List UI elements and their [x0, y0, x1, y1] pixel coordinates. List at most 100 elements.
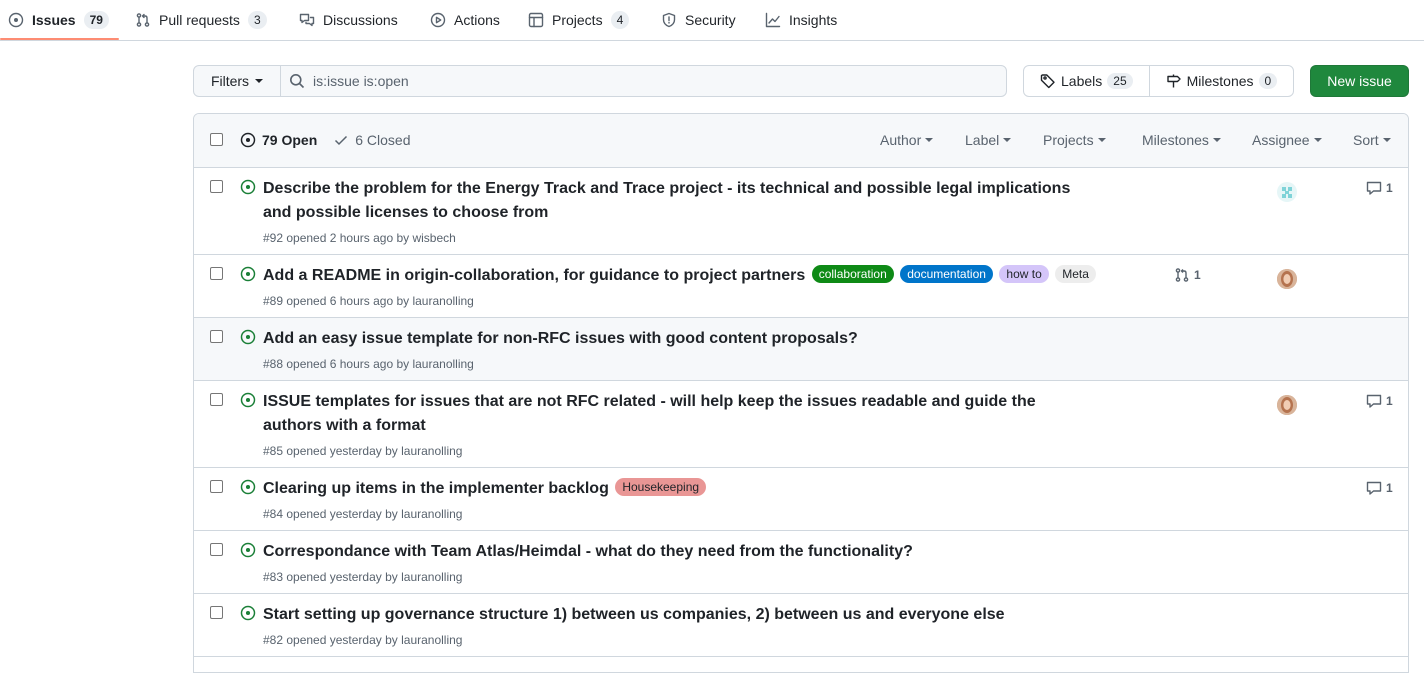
- issue-checkbox[interactable]: [210, 393, 223, 406]
- tab-pull-requests-label: Pull requests: [159, 12, 240, 28]
- tab-pull-requests[interactable]: Pull requests 3: [135, 0, 267, 40]
- tab-projects[interactable]: Projects 4: [528, 0, 630, 40]
- comment-icon: [1366, 181, 1382, 195]
- chevron-down-icon: [925, 138, 934, 142]
- comments-link[interactable]: 1: [1366, 393, 1393, 409]
- labels-button-label: Labels: [1061, 73, 1103, 89]
- tab-projects-count: 4: [610, 11, 630, 29]
- author-filter-label: Author: [880, 132, 922, 148]
- issue-meta: #89 opened 6 hours ago by lauranolling: [263, 294, 474, 308]
- issue-title-link[interactable]: ISSUE templates for issues that are not …: [263, 390, 1083, 438]
- issue-row[interactable]: Add a README in origin-collaboration, fo…: [194, 255, 1408, 318]
- issue-title-link[interactable]: Correspondance with Team Atlas/Heimdal -…: [263, 540, 1083, 564]
- labels-milestones-group: Labels 25 Milestones 0: [1023, 65, 1294, 97]
- issue-checkbox[interactable]: [210, 267, 223, 280]
- label-how-to[interactable]: how to: [999, 265, 1049, 283]
- tab-security-label: Security: [685, 12, 736, 28]
- issue-checkbox[interactable]: [210, 606, 223, 619]
- issue-opened-icon: [240, 329, 256, 345]
- issue-opened-icon: [240, 132, 256, 148]
- labels-button[interactable]: Labels 25: [1024, 66, 1149, 96]
- assignee-filter[interactable]: Assignee: [1252, 132, 1322, 148]
- assignee-filter-label: Assignee: [1252, 132, 1310, 148]
- chevron-down-icon: [255, 79, 264, 83]
- closed-issues-label: 6 Closed: [355, 132, 411, 148]
- avatar[interactable]: [1277, 182, 1297, 202]
- tag-icon: [1040, 74, 1055, 89]
- issue-title-row: Add a README in origin-collaboration, fo…: [263, 264, 1163, 288]
- issue-title-link[interactable]: Clearing up items in the implementer bac…: [263, 480, 609, 497]
- new-issue-button[interactable]: New issue: [1310, 65, 1409, 97]
- projects-filter[interactable]: Projects: [1043, 132, 1106, 148]
- chevron-down-icon: [1097, 138, 1106, 142]
- label-housekeeping[interactable]: Housekeeping: [615, 478, 707, 496]
- git-pull-request-icon: [136, 13, 150, 27]
- milestones-filter-label: Milestones: [1142, 132, 1209, 148]
- sort-filter[interactable]: Sort: [1353, 132, 1391, 148]
- issue-opened-icon: [240, 479, 256, 495]
- issue-row[interactable]: Add an easy issue template for non-RFC i…: [194, 318, 1408, 381]
- chevron-down-icon: [1003, 138, 1012, 142]
- issue-title-link[interactable]: Add an easy issue template for non-RFC i…: [263, 327, 1083, 351]
- issue-opened-icon: [240, 266, 256, 282]
- select-all-checkbox[interactable]: [210, 133, 223, 146]
- open-issues-link[interactable]: 79 Open: [240, 132, 317, 148]
- user-avatar-icon: [1277, 395, 1297, 415]
- tab-security[interactable]: Security: [661, 0, 736, 40]
- issue-title-link[interactable]: Describe the problem for the Energy Trac…: [263, 177, 1083, 225]
- issue-opened-icon: [240, 542, 256, 558]
- tab-issues[interactable]: Issues 79: [8, 0, 109, 40]
- issue-title-link[interactable]: Start setting up governance structure 1)…: [263, 603, 1083, 627]
- avatar[interactable]: [1277, 395, 1297, 415]
- issue-row[interactable]: Correspondance with Team Atlas/Heimdal -…: [194, 531, 1408, 594]
- comment-count: 1: [1386, 394, 1393, 408]
- issue-row[interactable]: ISSUE templates for issues that are not …: [194, 381, 1408, 468]
- issue-row[interactable]: Describe the problem for the Energy Trac…: [194, 168, 1408, 255]
- tab-discussions-label: Discussions: [323, 12, 398, 28]
- issues-list-header: 79 Open 6 Closed Author Label Projects M…: [194, 114, 1408, 168]
- milestone-icon: [1166, 74, 1181, 88]
- issue-checkbox[interactable]: [210, 180, 223, 193]
- search-input[interactable]: [313, 73, 993, 89]
- graph-icon: [765, 12, 781, 28]
- issue-checkbox[interactable]: [210, 480, 223, 493]
- tab-actions[interactable]: Actions: [430, 0, 500, 40]
- label-filter[interactable]: Label: [965, 132, 1012, 148]
- play-icon: [430, 12, 446, 28]
- chevron-down-icon: [1212, 138, 1221, 142]
- label-meta[interactable]: Meta: [1055, 265, 1096, 283]
- issue-search[interactable]: [280, 65, 1007, 97]
- comments-link[interactable]: 1: [1366, 180, 1393, 196]
- issue-opened-icon: [240, 179, 256, 195]
- closed-issues-link[interactable]: 6 Closed: [333, 132, 411, 148]
- label-collaboration[interactable]: collaboration: [811, 265, 894, 283]
- issue-meta: #84 opened yesterday by lauranolling: [263, 507, 463, 521]
- issue-checkbox[interactable]: [210, 543, 223, 556]
- milestones-button[interactable]: Milestones 0: [1148, 66, 1294, 96]
- tab-issues-count: 79: [83, 11, 109, 29]
- issue-opened-icon: [240, 392, 256, 408]
- author-filter[interactable]: Author: [880, 132, 934, 148]
- user-avatar-icon: [1277, 269, 1297, 289]
- labels-count: 25: [1107, 73, 1133, 89]
- avatar[interactable]: [1277, 269, 1297, 289]
- issue-checkbox[interactable]: [210, 330, 223, 343]
- filters-button[interactable]: Filters: [193, 65, 281, 97]
- shield-icon: [662, 12, 676, 28]
- linked-pr-count: 1: [1194, 268, 1201, 282]
- issue-row[interactable]: Clearing up items in the implementer bac…: [194, 468, 1408, 531]
- milestones-count: 0: [1258, 73, 1278, 89]
- issue-meta: #88 opened 6 hours ago by lauranolling: [263, 357, 474, 371]
- tab-insights[interactable]: Insights: [765, 0, 837, 40]
- table-icon: [528, 12, 544, 28]
- linked-pull-request-link[interactable]: 1: [1174, 267, 1201, 283]
- selected-tab-underline: [0, 38, 119, 40]
- git-pull-request-icon: [1175, 268, 1189, 282]
- comment-count: 1: [1386, 481, 1393, 495]
- comments-link[interactable]: 1: [1366, 480, 1393, 496]
- label-documentation[interactable]: documentation: [900, 265, 993, 283]
- milestones-filter[interactable]: Milestones: [1142, 132, 1221, 148]
- tab-discussions[interactable]: Discussions: [299, 0, 398, 40]
- issue-title-link[interactable]: Add a README in origin-collaboration, fo…: [263, 267, 805, 284]
- issue-row[interactable]: Start setting up governance structure 1)…: [194, 594, 1408, 657]
